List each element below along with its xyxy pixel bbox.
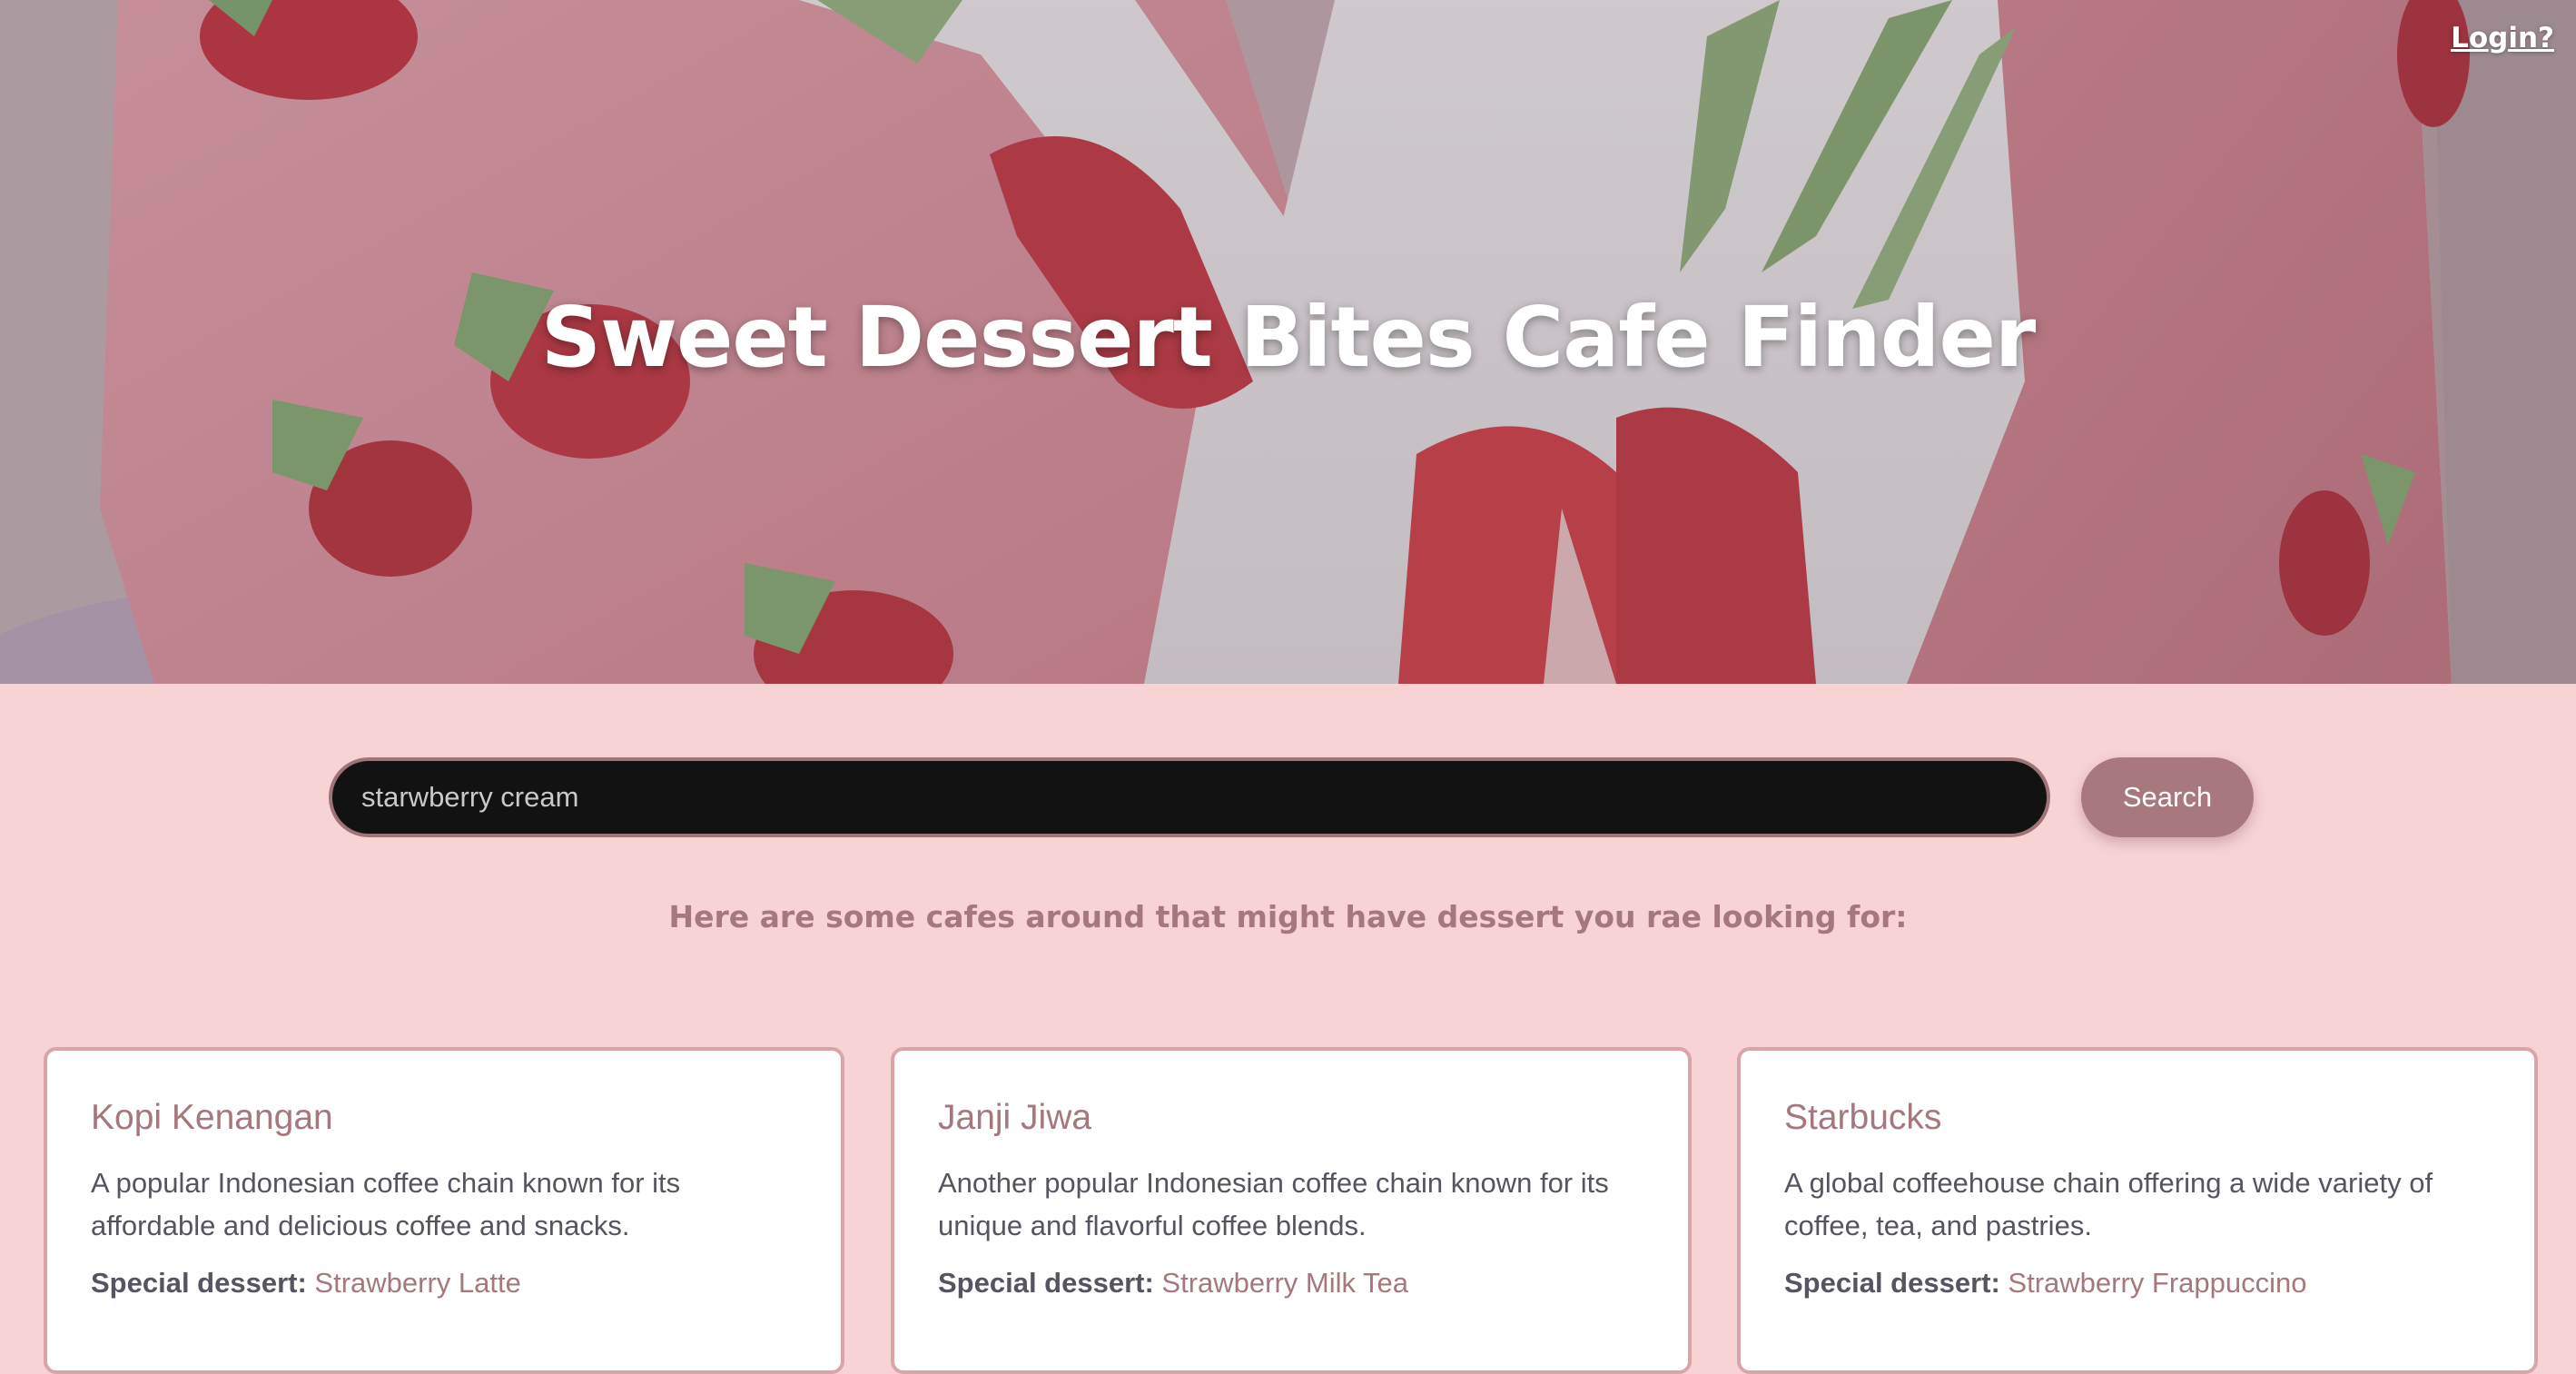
special-dessert-value: Strawberry Latte	[314, 1267, 521, 1299]
cafe-special: Special dessert: Strawberry Frappuccino	[1784, 1267, 2491, 1300]
search-input[interactable]	[329, 757, 2050, 837]
cafe-description: A global coffeehouse chain offering a wi…	[1784, 1167, 2433, 1241]
special-dessert-label: Special dessert:	[938, 1267, 1154, 1299]
search-button[interactable]: Search	[2081, 757, 2254, 837]
login-link[interactable]: Login?	[2451, 22, 2554, 54]
cafe-card[interactable]: Starbucks A global coffeehouse chain off…	[1737, 1047, 2538, 1374]
hero-banner: Login? Sweet Dessert Bites Cafe Finder	[0, 0, 2576, 684]
special-dessert-value: Strawberry Milk Tea	[1161, 1267, 1409, 1299]
special-dessert-value: Strawberry Frappuccino	[2008, 1267, 2307, 1299]
special-dessert-label: Special dessert:	[91, 1267, 307, 1299]
cafe-card[interactable]: Kopi Kenangan A popular Indonesian coffe…	[44, 1047, 844, 1374]
results-heading: Here are some cafes around that might ha…	[668, 899, 1908, 934]
cafe-list: Kopi Kenangan A popular Indonesian coffe…	[44, 1047, 2538, 1374]
cafe-special: Special dessert: Strawberry Milk Tea	[938, 1267, 1644, 1300]
search-bar: Search	[329, 757, 2254, 837]
page-title: Sweet Dessert Bites Cafe Finder	[540, 289, 2036, 386]
special-dessert-label: Special dessert:	[1784, 1267, 2000, 1299]
cafe-name: Janji Jiwa	[938, 1098, 1092, 1137]
cafe-name: Starbucks	[1784, 1098, 1942, 1137]
cafe-name: Kopi Kenangan	[91, 1098, 333, 1137]
cafe-description: Another popular Indonesian coffee chain …	[938, 1167, 1609, 1241]
cafe-card[interactable]: Janji Jiwa Another popular Indonesian co…	[891, 1047, 1692, 1374]
cafe-special: Special dessert: Strawberry Latte	[91, 1267, 797, 1300]
cafe-description: A popular Indonesian coffee chain known …	[91, 1167, 681, 1241]
